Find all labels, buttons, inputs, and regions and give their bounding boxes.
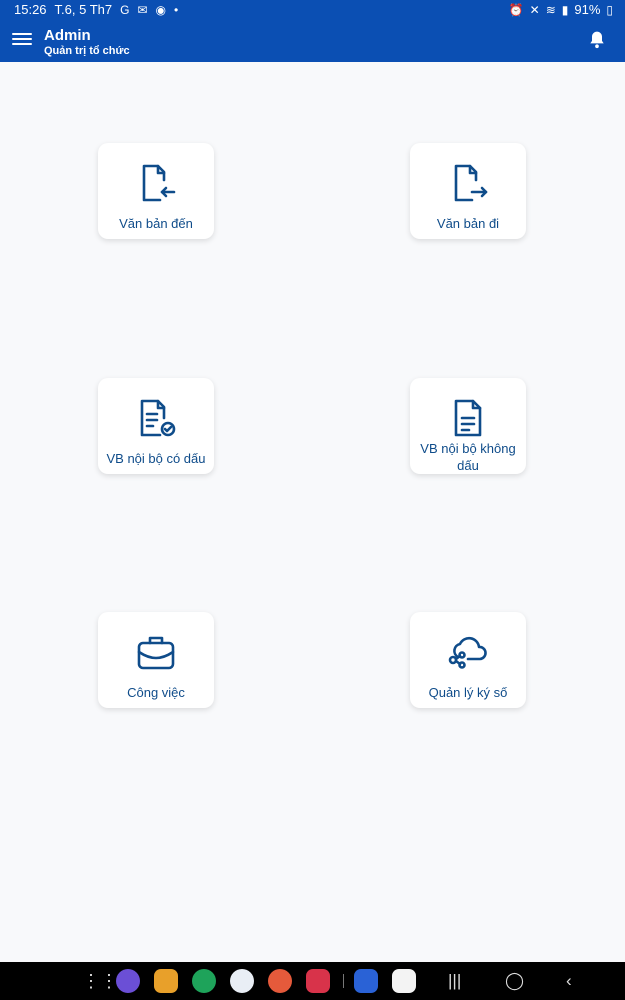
tile-tasks[interactable]: Công việc <box>98 612 214 708</box>
doc-app-icon[interactable] <box>354 969 378 993</box>
tile-internal-stamped[interactable]: VB nội bộ có dấu <box>98 378 214 474</box>
tile-internal-unstamped[interactable]: VB nội bộ không dấu <box>410 378 526 474</box>
tile-label: Quản lý ký số <box>428 685 508 700</box>
status-bar: 15:26 T.6, 5 Th7 G ✉ ◉ • ⏰ ✕ ≋ ▮ 91% ▯ <box>0 0 625 20</box>
recents-button[interactable]: ||| <box>448 970 461 992</box>
back-button[interactable]: ‹ <box>566 970 572 992</box>
nav-separator <box>343 974 344 988</box>
tile-label: Văn bản đến <box>119 216 193 231</box>
contacts-icon[interactable] <box>268 969 292 993</box>
phone-icon[interactable] <box>192 969 216 993</box>
document-outgoing-icon <box>454 164 488 202</box>
tile-digital-signature[interactable]: Quản lý ký số <box>410 612 526 708</box>
dot-icon: • <box>174 2 179 17</box>
tile-label: Văn bản đi <box>436 216 500 231</box>
status-left: 15:26 T.6, 5 Th7 G ✉ ◉ • <box>14 2 178 17</box>
google-icon: G <box>120 2 130 17</box>
wifi-icon: ≋ <box>545 2 556 17</box>
bell-icon <box>590 31 604 49</box>
messages-icon[interactable] <box>230 969 254 993</box>
app-bar: Admin Quản trị tổ chức <box>0 20 625 62</box>
tile-incoming-documents[interactable]: Văn bản đến <box>98 143 214 239</box>
document-incoming-icon <box>142 164 176 202</box>
tile-outgoing-documents[interactable]: Văn bản đi <box>410 143 526 239</box>
menu-icon <box>12 33 32 35</box>
cloud-share-icon <box>448 636 487 669</box>
play-store-icon[interactable] <box>392 969 416 993</box>
navigation-bar: ⋮⋮ ||| ◯ ‹ <box>0 962 625 1000</box>
notifications-button[interactable] <box>587 30 607 50</box>
menu-button[interactable] <box>12 30 32 50</box>
battery-percent: 91% <box>574 2 601 17</box>
home-button[interactable]: ◯ <box>505 970 524 992</box>
apps-grid-icon[interactable]: ⋮⋮ <box>82 969 118 993</box>
mute-icon: ✕ <box>529 2 540 17</box>
mail-icon: ✉ <box>137 2 148 17</box>
status-time: 15:26 <box>14 2 47 17</box>
signal-icon: ▮ <box>561 2 569 17</box>
status-right: ⏰ ✕ ≋ ▮ 91% ▯ <box>509 2 613 17</box>
briefcase-icon <box>137 636 175 670</box>
battery-icon: ▯ <box>606 2 613 17</box>
tile-label: VB nội bộ không dấu <box>420 441 516 473</box>
tile-label: VB nội bộ có dấu <box>106 451 206 466</box>
document-lines-icon <box>454 399 482 437</box>
alarm-icon: ⏰ <box>508 2 524 17</box>
page-title: Admin <box>44 27 91 44</box>
files-icon[interactable] <box>154 969 178 993</box>
tile-label: Công việc <box>127 685 185 700</box>
document-check-icon <box>140 399 176 437</box>
page-subtitle: Quản trị tổ chức <box>44 45 130 57</box>
status-date: T.6, 5 Th7 <box>54 2 113 17</box>
camera-icon[interactable] <box>306 969 330 993</box>
messenger-icon: ◉ <box>155 2 167 17</box>
internet-icon[interactable] <box>116 969 140 993</box>
title-block: Admin Quản trị tổ chức <box>44 27 130 58</box>
